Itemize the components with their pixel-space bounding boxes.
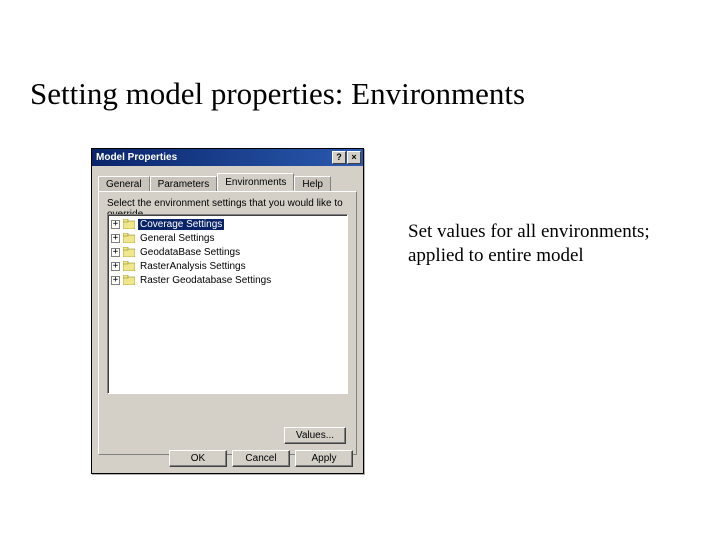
tab-panel-environments: Select the environment settings that you… (98, 191, 357, 455)
dialog-button-row: OK Cancel Apply (169, 450, 353, 467)
model-properties-dialog: Model Properties ? × General Parameters … (91, 148, 364, 474)
tree-row[interactable]: + General Settings (108, 231, 347, 245)
expand-icon[interactable]: + (111, 234, 120, 243)
expand-icon[interactable]: + (111, 276, 120, 285)
folder-icon (123, 233, 135, 243)
tree-label[interactable]: Coverage Settings (138, 219, 224, 230)
tab-help[interactable]: Help (294, 176, 331, 192)
folder-icon (123, 247, 135, 257)
close-button[interactable]: × (347, 151, 361, 164)
cancel-button[interactable]: Cancel (232, 450, 290, 467)
tree-label[interactable]: Raster Geodatabase Settings (138, 275, 273, 286)
ok-button[interactable]: OK (169, 450, 227, 467)
tab-environments[interactable]: Environments (217, 173, 294, 191)
tree-label[interactable]: General Settings (138, 233, 217, 244)
tree-row[interactable]: + Coverage Settings (108, 217, 347, 231)
slide-title: Setting model properties: Environments (30, 76, 525, 112)
expand-icon[interactable]: + (111, 262, 120, 271)
tree-label[interactable]: RasterAnalysis Settings (138, 261, 248, 272)
expand-icon[interactable]: + (111, 220, 120, 229)
tab-row: General Parameters Environments Help (92, 166, 363, 191)
tree-row[interactable]: + GeodataBase Settings (108, 245, 347, 259)
tree-row[interactable]: + Raster Geodatabase Settings (108, 273, 347, 287)
apply-button[interactable]: Apply (295, 450, 353, 467)
help-button[interactable]: ? (332, 151, 346, 164)
environment-tree[interactable]: + Coverage Settings + General Settings +… (107, 214, 348, 394)
folder-icon (123, 261, 135, 271)
tree-label[interactable]: GeodataBase Settings (138, 247, 242, 258)
titlebar-title: Model Properties (94, 152, 331, 163)
titlebar: Model Properties ? × (92, 149, 363, 166)
tab-parameters[interactable]: Parameters (150, 176, 218, 192)
tree-row[interactable]: + RasterAnalysis Settings (108, 259, 347, 273)
values-button[interactable]: Values... (284, 427, 346, 444)
slide-annotation: Set values for all environments; applied… (408, 220, 658, 268)
folder-icon (123, 275, 135, 285)
tab-general[interactable]: General (98, 176, 150, 192)
folder-icon (123, 219, 135, 229)
expand-icon[interactable]: + (111, 248, 120, 257)
